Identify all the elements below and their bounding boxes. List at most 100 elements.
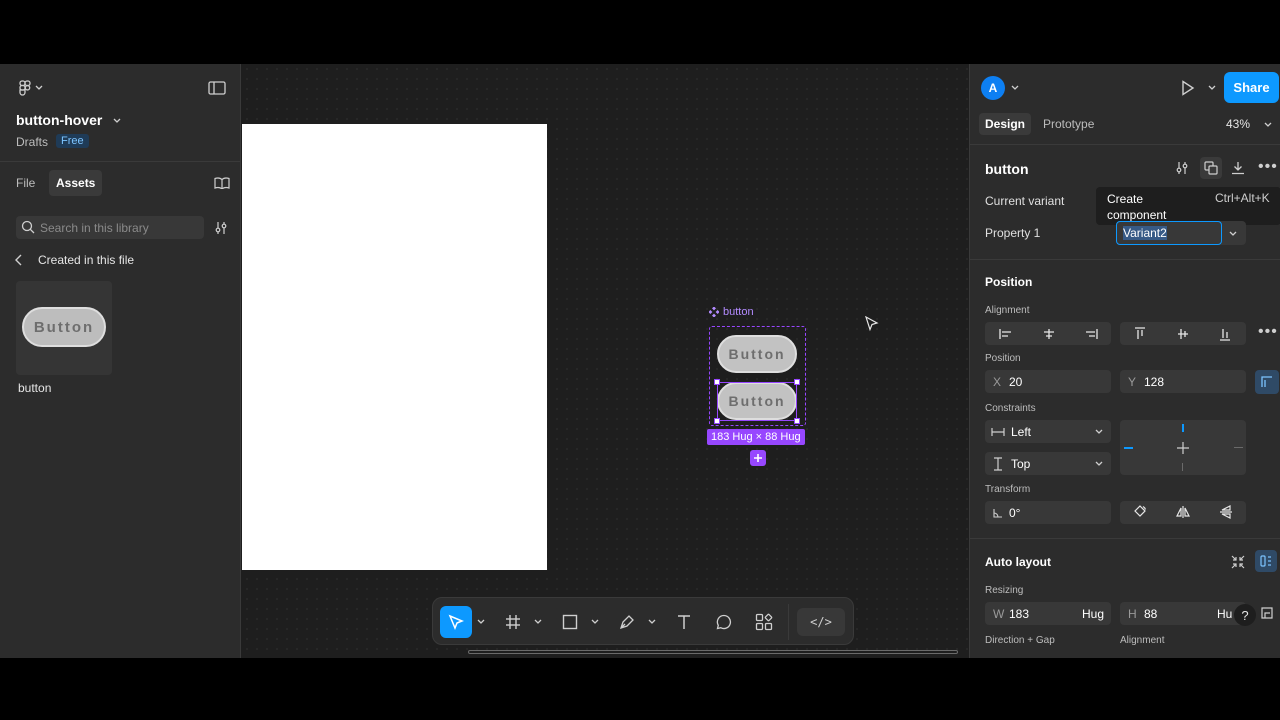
text-tool-icon[interactable] [674, 612, 694, 632]
tab-prototype[interactable]: Prototype [1043, 117, 1094, 131]
drafts-link[interactable]: Drafts [16, 135, 48, 149]
tab-file[interactable]: File [16, 176, 35, 190]
tooltip-shortcut: Ctrl+Alt+K [1215, 191, 1270, 205]
constraint-widget[interactable] [1120, 420, 1246, 475]
component-set-label[interactable]: button [709, 306, 754, 318]
asset-thumbnail[interactable]: Button [16, 281, 112, 375]
horizontal-align-group [985, 322, 1111, 345]
chevron-down-icon[interactable] [591, 619, 599, 625]
chevron-down-icon[interactable] [534, 619, 542, 625]
width-field[interactable]: W 183 Hug [985, 602, 1111, 625]
share-button[interactable]: Share [1224, 72, 1279, 103]
figma-logo-icon [19, 80, 31, 96]
chevron-down-icon [1095, 461, 1103, 466]
transform-actions-group [1120, 501, 1246, 524]
file-name[interactable]: button-hover [16, 112, 102, 128]
avatar[interactable]: A [981, 76, 1005, 100]
rectangle-tool-icon[interactable] [560, 612, 580, 632]
chevron-down-icon[interactable] [477, 619, 485, 625]
horizontal-constraint-icon [991, 428, 1005, 436]
constraint-left-bar[interactable] [1124, 447, 1133, 449]
resize-handle-tr[interactable] [794, 379, 800, 385]
height-field[interactable]: H 88 Hu [1120, 602, 1246, 625]
play-icon[interactable] [1181, 80, 1195, 96]
toggle-sidebar-icon[interactable] [206, 78, 228, 98]
canvas[interactable]: button Button Button 183 Hug × 88 Hug </… [242, 64, 968, 658]
constraint-center-icon[interactable] [1176, 441, 1190, 455]
absolute-position-toggle[interactable] [1255, 370, 1279, 394]
w-mode[interactable]: Hug [1082, 607, 1104, 621]
resize-handle-tl[interactable] [714, 379, 720, 385]
more-options-icon[interactable]: ••• [1258, 158, 1278, 176]
library-search-input[interactable]: Search in this library [16, 216, 204, 239]
selection-outline [717, 382, 797, 421]
chevron-down-icon[interactable] [648, 619, 656, 625]
constraint-horizontal-select[interactable]: Left [985, 420, 1111, 443]
align-center-h-icon[interactable] [1042, 328, 1056, 340]
horizontal-scrollbar[interactable] [468, 650, 958, 654]
transform-label: Transform [985, 484, 1031, 495]
component-name[interactable]: button [985, 161, 1029, 177]
section-created-in-file[interactable]: Created in this file [38, 253, 134, 267]
y-position-field[interactable]: Y 128 [1120, 370, 1246, 393]
property-select[interactable]: Variant2 [1116, 221, 1246, 245]
component-properties-icon[interactable] [1175, 161, 1189, 175]
constraint-bottom-bar[interactable] [1182, 463, 1183, 471]
code-icon: </> [810, 615, 832, 629]
chevron-down-icon[interactable] [1208, 85, 1216, 91]
file-menu-chevron-icon[interactable] [113, 118, 121, 124]
more-align-options-icon[interactable]: ••• [1258, 323, 1278, 341]
divider [0, 161, 241, 162]
vertical-align-group [1120, 322, 1246, 345]
resize-handle-br[interactable] [794, 418, 800, 424]
asset-thumb-button: Button [22, 307, 106, 347]
chevron-down-icon[interactable] [1011, 85, 1019, 91]
w-value: 183 [1009, 607, 1030, 621]
zoom-level[interactable]: 43% [1226, 117, 1250, 131]
back-arrow-icon[interactable] [14, 254, 24, 266]
flip-vertical-icon[interactable] [1219, 505, 1233, 519]
align-bottom-icon[interactable] [1219, 327, 1231, 341]
frame-tool-icon[interactable] [503, 612, 523, 632]
rotation-field[interactable]: 0° [985, 501, 1111, 524]
move-tool-button[interactable] [440, 606, 472, 638]
variant1-button[interactable]: Button [717, 335, 797, 373]
constraint-top-bar[interactable] [1182, 424, 1184, 432]
figma-menu-button[interactable] [14, 78, 48, 98]
vertical-constraint-icon [994, 457, 1002, 471]
current-variant-label: Current variant [985, 194, 1065, 208]
clip-content-icon[interactable] [1261, 607, 1273, 619]
dev-mode-button[interactable]: </> [797, 608, 845, 636]
rotate-90-icon[interactable] [1133, 505, 1147, 519]
library-filter-icon[interactable] [210, 218, 232, 238]
chevron-down-icon[interactable] [1264, 122, 1272, 128]
add-variant-button[interactable] [750, 450, 766, 466]
auto-layout-settings-button[interactable] [1255, 550, 1277, 572]
help-button[interactable]: ? [1234, 604, 1256, 626]
tab-assets[interactable]: Assets [49, 170, 103, 196]
pen-tool-icon[interactable] [617, 612, 637, 632]
x-label: X [993, 375, 1002, 389]
alignment2-label: Alignment [1120, 635, 1165, 646]
x-value: 20 [1009, 375, 1023, 389]
comment-tool-icon[interactable] [714, 612, 734, 632]
asset-name: button [18, 381, 52, 395]
align-left-icon[interactable] [999, 328, 1013, 340]
x-position-field[interactable]: X 20 [985, 370, 1111, 393]
flip-horizontal-icon[interactable] [1176, 505, 1190, 519]
constraint-right-bar[interactable] [1234, 447, 1243, 448]
align-right-icon[interactable] [1084, 328, 1098, 340]
h-mode[interactable]: Hu [1217, 607, 1232, 621]
tab-design[interactable]: Design [979, 113, 1032, 135]
constraint-vertical-select[interactable]: Top [985, 452, 1111, 475]
align-middle-v-icon[interactable] [1177, 327, 1189, 341]
resize-handle-bl[interactable] [714, 418, 720, 424]
white-frame[interactable] [242, 124, 547, 570]
detach-download-icon[interactable] [1231, 161, 1245, 175]
library-book-icon[interactable] [212, 174, 232, 192]
create-component-button[interactable] [1200, 157, 1222, 179]
align-top-icon[interactable] [1134, 327, 1146, 341]
actions-tool-icon[interactable] [754, 612, 774, 632]
collapse-auto-layout-icon[interactable] [1231, 555, 1245, 569]
component-set-name: button [723, 306, 754, 318]
